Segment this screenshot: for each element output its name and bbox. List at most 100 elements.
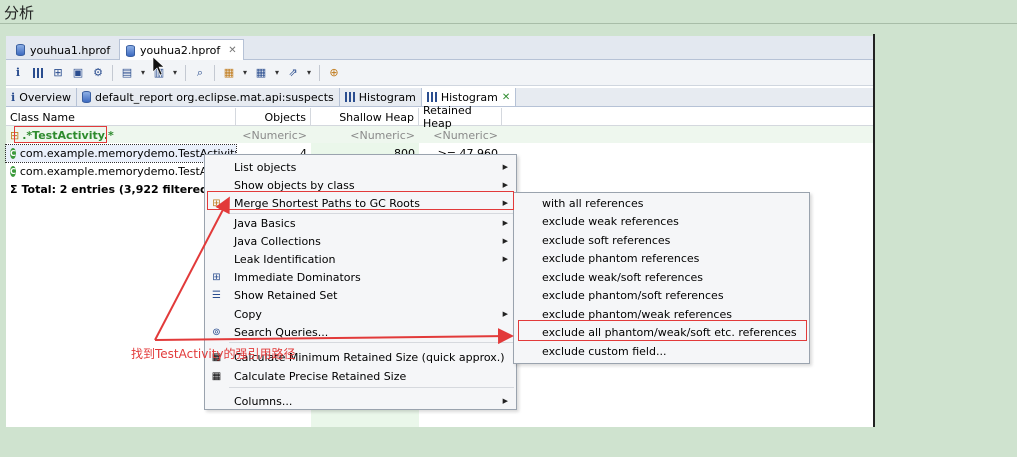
close-icon[interactable]: ✕ bbox=[228, 45, 236, 56]
calculate-icon[interactable]: ▦ bbox=[253, 65, 269, 81]
menu-item-java-basics[interactable]: Java Basics ▶ bbox=[205, 214, 516, 232]
window-edge-divider bbox=[873, 34, 875, 427]
filter-highlight-box bbox=[14, 126, 107, 143]
editor-tab-youhua1[interactable]: youhua1.hprof bbox=[9, 39, 117, 60]
close-icon[interactable]: ✕ bbox=[502, 92, 510, 103]
editor-tab-label: youhua1.hprof bbox=[30, 43, 111, 57]
info-icon[interactable]: i bbox=[10, 65, 26, 81]
submenu-arrow-icon: ▶ bbox=[502, 255, 508, 263]
toolbar-separator bbox=[319, 64, 320, 81]
oql-icon[interactable]: ▣ bbox=[70, 65, 86, 81]
submenu-item-exclude-soft[interactable]: exclude soft references bbox=[514, 231, 809, 249]
submenu-item-with-all-references[interactable]: with all references bbox=[514, 194, 809, 212]
submenu-item-exclude-weak[interactable]: exclude weak references bbox=[514, 212, 809, 230]
editor-tab-label: youhua2.hprof bbox=[140, 44, 221, 57]
search-icon[interactable]: ⌕ bbox=[192, 65, 208, 81]
heap-dump-icon bbox=[126, 44, 135, 57]
menu-item-label: Java Basics bbox=[234, 216, 296, 230]
search-queries-icon: ⊚ bbox=[212, 326, 221, 338]
editor-tab-youhua2[interactable]: youhua2.hprof ✕ bbox=[119, 39, 244, 61]
chevron-down-icon[interactable]: ▾ bbox=[305, 65, 313, 81]
toolbar: i ⊞ ▣ ⚙ ▤ ▾ ▥ ▾ ⌕ ▦ ▾ ▦ ▾ ⇗ ▾ ⊕ bbox=[6, 60, 873, 86]
histogram-icon[interactable] bbox=[30, 65, 46, 81]
tab-label: Histogram bbox=[358, 90, 416, 104]
column-header-retained-heap[interactable]: Retained Heap bbox=[419, 104, 502, 130]
menu-item-label: Leak Identification bbox=[234, 252, 336, 266]
menu-item-copy[interactable]: Copy ▶ bbox=[205, 305, 516, 323]
group-by-icon[interactable]: ▦ bbox=[221, 65, 237, 81]
menu-item-immediate-dominators[interactable]: ⊞ Immediate Dominators bbox=[205, 268, 516, 286]
chevron-down-icon[interactable]: ▾ bbox=[171, 65, 179, 81]
toolbar-separator bbox=[214, 64, 215, 81]
tab-label: default_report org.eclipse.mat.api:suspe… bbox=[94, 90, 334, 104]
menu-item-label: Columns... bbox=[234, 394, 293, 408]
compare-icon[interactable]: ⊕ bbox=[326, 65, 342, 81]
submenu-item-exclude-custom-field[interactable]: exclude custom field... bbox=[514, 342, 809, 360]
tab-histogram-1[interactable]: Histogram bbox=[340, 88, 422, 106]
chevron-down-icon[interactable]: ▾ bbox=[241, 65, 249, 81]
dominators-icon: ⊞ bbox=[212, 271, 221, 283]
menu-item-label: Immediate Dominators bbox=[234, 270, 361, 284]
menu-item-search-queries[interactable]: ⊚ Search Queries... bbox=[205, 323, 516, 341]
menu-separator bbox=[229, 342, 514, 343]
menu-item-label: Java Collections bbox=[234, 234, 321, 248]
objects-filter-input[interactable]: <Numeric> bbox=[236, 127, 311, 144]
menu-item-label: Show Retained Set bbox=[234, 288, 338, 302]
submenu-arrow-icon: ▶ bbox=[502, 219, 508, 227]
menu-item-leak-identification[interactable]: Leak Identification ▶ bbox=[205, 250, 516, 268]
menu-separator bbox=[229, 387, 514, 388]
exclude-all-highlight-box bbox=[518, 320, 807, 341]
editor-tab-bar: youhua1.hprof youhua2.hprof ✕ bbox=[6, 36, 873, 61]
menu-item-calc-precise-retained[interactable]: ▦ Calculate Precise Retained Size bbox=[205, 367, 516, 385]
tab-overview[interactable]: i Overview bbox=[6, 88, 77, 106]
export-icon[interactable]: ⇗ bbox=[285, 65, 301, 81]
class-icon: C bbox=[10, 166, 16, 177]
column-header-class-name[interactable]: Class Name bbox=[6, 108, 236, 126]
submenu-arrow-icon: ▶ bbox=[502, 181, 508, 189]
submenu-item-exclude-weak-soft[interactable]: exclude weak/soft references bbox=[514, 268, 809, 286]
histogram-icon bbox=[344, 92, 355, 102]
shallow-filter-input[interactable]: <Numeric> bbox=[311, 127, 419, 144]
annotation-text: 找到TestActivity的强引用路径 bbox=[131, 347, 296, 361]
thread-overview-icon[interactable]: ⚙ bbox=[90, 65, 106, 81]
submenu-arrow-icon: ▶ bbox=[502, 310, 508, 318]
tab-label: Histogram bbox=[440, 90, 498, 104]
chevron-down-icon[interactable]: ▾ bbox=[139, 65, 147, 81]
total-text: Total: 2 entries (3,922 filtered) bbox=[21, 183, 213, 196]
report-icon bbox=[81, 91, 91, 103]
query-browser-icon[interactable]: ▥ bbox=[151, 65, 167, 81]
menu-item-label: List objects bbox=[234, 160, 297, 174]
submenu-arrow-icon: ▶ bbox=[502, 237, 508, 245]
merge-paths-highlight-box bbox=[207, 191, 514, 210]
chevron-down-icon[interactable]: ▾ bbox=[273, 65, 281, 81]
title-divider bbox=[0, 23, 1017, 24]
tab-label: Overview bbox=[19, 90, 71, 104]
tab-default-report[interactable]: default_report org.eclipse.mat.api:suspe… bbox=[77, 88, 340, 106]
retained-set-icon: ☰ bbox=[212, 289, 221, 301]
heap-dump-icon bbox=[16, 44, 25, 56]
menu-item-label: Copy bbox=[234, 307, 262, 321]
column-header-shallow-heap[interactable]: Shallow Heap bbox=[311, 108, 419, 126]
retained-filter-input[interactable]: <Numeric> bbox=[419, 127, 502, 144]
class-name-cell[interactable]: C com.example.memorydemo.TestActivity bbox=[5, 144, 237, 163]
submenu-arrow-icon: ▶ bbox=[502, 397, 508, 405]
page-title: 分析 bbox=[4, 4, 35, 22]
toolbar-separator bbox=[185, 64, 186, 81]
info-icon: i bbox=[11, 90, 16, 104]
class-icon: C bbox=[10, 148, 16, 159]
toolbar-separator bbox=[112, 64, 113, 81]
calculator-icon: ▦ bbox=[211, 370, 222, 382]
submenu-item-exclude-phantom[interactable]: exclude phantom references bbox=[514, 249, 809, 267]
submenu-item-exclude-phantom-soft[interactable]: exclude phantom/soft references bbox=[514, 286, 809, 304]
menu-item-list-objects[interactable]: List objects ▶ bbox=[205, 158, 516, 176]
run-report-icon[interactable]: ▤ bbox=[119, 65, 135, 81]
class-name-cell[interactable]: C com.example.memorydemo.TestActivity bbox=[6, 163, 236, 180]
menu-item-label: Show objects by class bbox=[234, 178, 355, 192]
menu-item-label: Search Queries... bbox=[234, 325, 329, 339]
column-header-objects[interactable]: Objects bbox=[236, 108, 311, 126]
sum-icon: Σ bbox=[10, 183, 18, 196]
menu-item-columns[interactable]: Columns... ▶ bbox=[205, 392, 516, 410]
menu-item-show-retained-set[interactable]: ☰ Show Retained Set bbox=[205, 286, 516, 304]
menu-item-java-collections[interactable]: Java Collections ▶ bbox=[205, 232, 516, 250]
dominator-tree-icon[interactable]: ⊞ bbox=[50, 65, 66, 81]
